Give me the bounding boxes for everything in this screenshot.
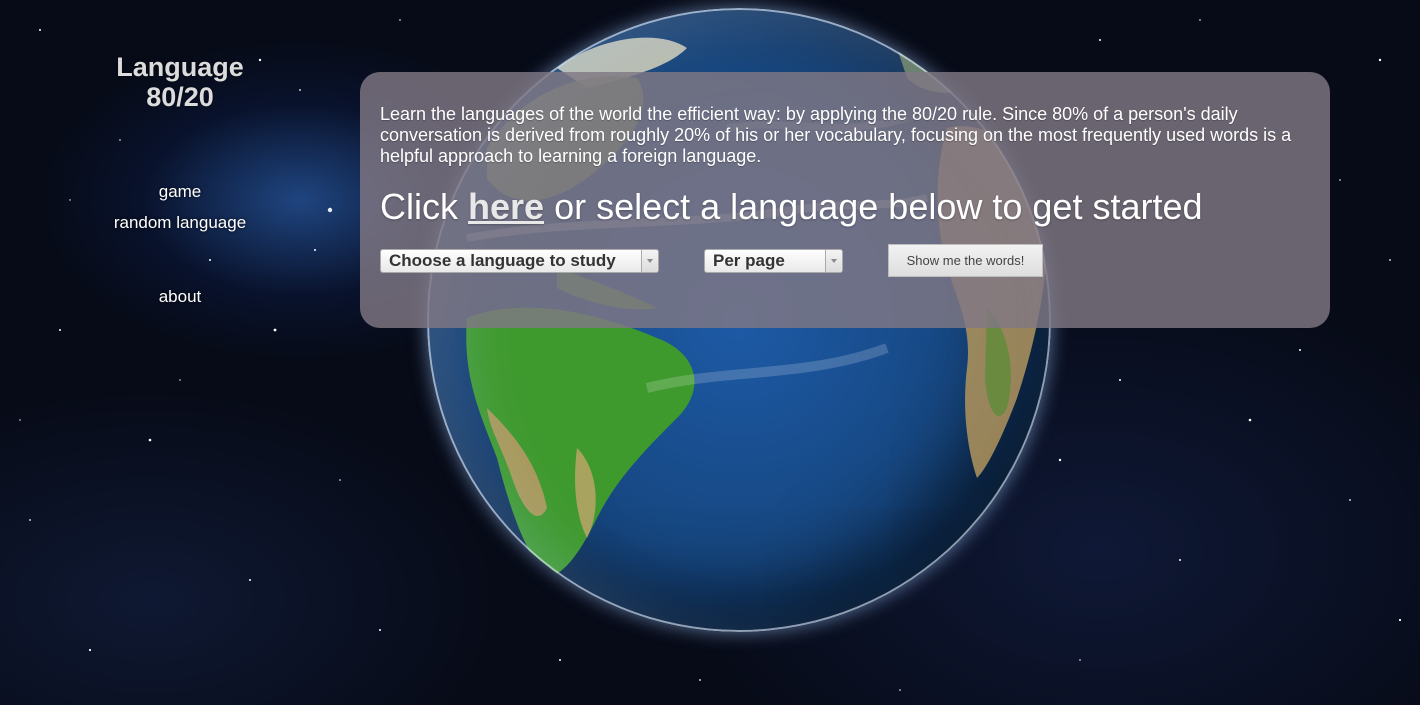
per-page-select-value: Per page bbox=[713, 251, 785, 270]
language-form: Choose a language to study Per page Show… bbox=[380, 244, 1310, 279]
nav-link-about[interactable]: about bbox=[80, 281, 280, 312]
get-started-heading: Click here or select a language below to… bbox=[380, 186, 1310, 228]
intro-panel: Learn the languages of the world the eff… bbox=[360, 72, 1330, 328]
per-page-select[interactable]: Per page bbox=[704, 249, 843, 273]
language-select[interactable]: Choose a language to study bbox=[380, 249, 659, 273]
nav-link-random-language[interactable]: random language bbox=[80, 207, 280, 238]
logo-line-2: 80/20 bbox=[146, 82, 214, 112]
show-words-button[interactable]: Show me the words! bbox=[888, 244, 1043, 277]
main-nav: game random language about bbox=[80, 176, 280, 312]
sidebar: Language 80/20 game random language abou… bbox=[80, 52, 280, 312]
here-link[interactable]: here bbox=[468, 186, 544, 227]
site-logo[interactable]: Language 80/20 bbox=[80, 52, 280, 112]
intro-text: Learn the languages of the world the eff… bbox=[380, 104, 1292, 166]
cta-suffix: or select a language below to get starte… bbox=[554, 186, 1203, 227]
language-select-value: Choose a language to study bbox=[389, 251, 616, 270]
chevron-down-icon bbox=[641, 250, 658, 272]
nav-link-game[interactable]: game bbox=[80, 176, 280, 207]
logo-line-1: Language bbox=[116, 52, 244, 82]
cta-prefix: Click bbox=[380, 186, 458, 227]
chevron-down-icon bbox=[825, 250, 842, 272]
